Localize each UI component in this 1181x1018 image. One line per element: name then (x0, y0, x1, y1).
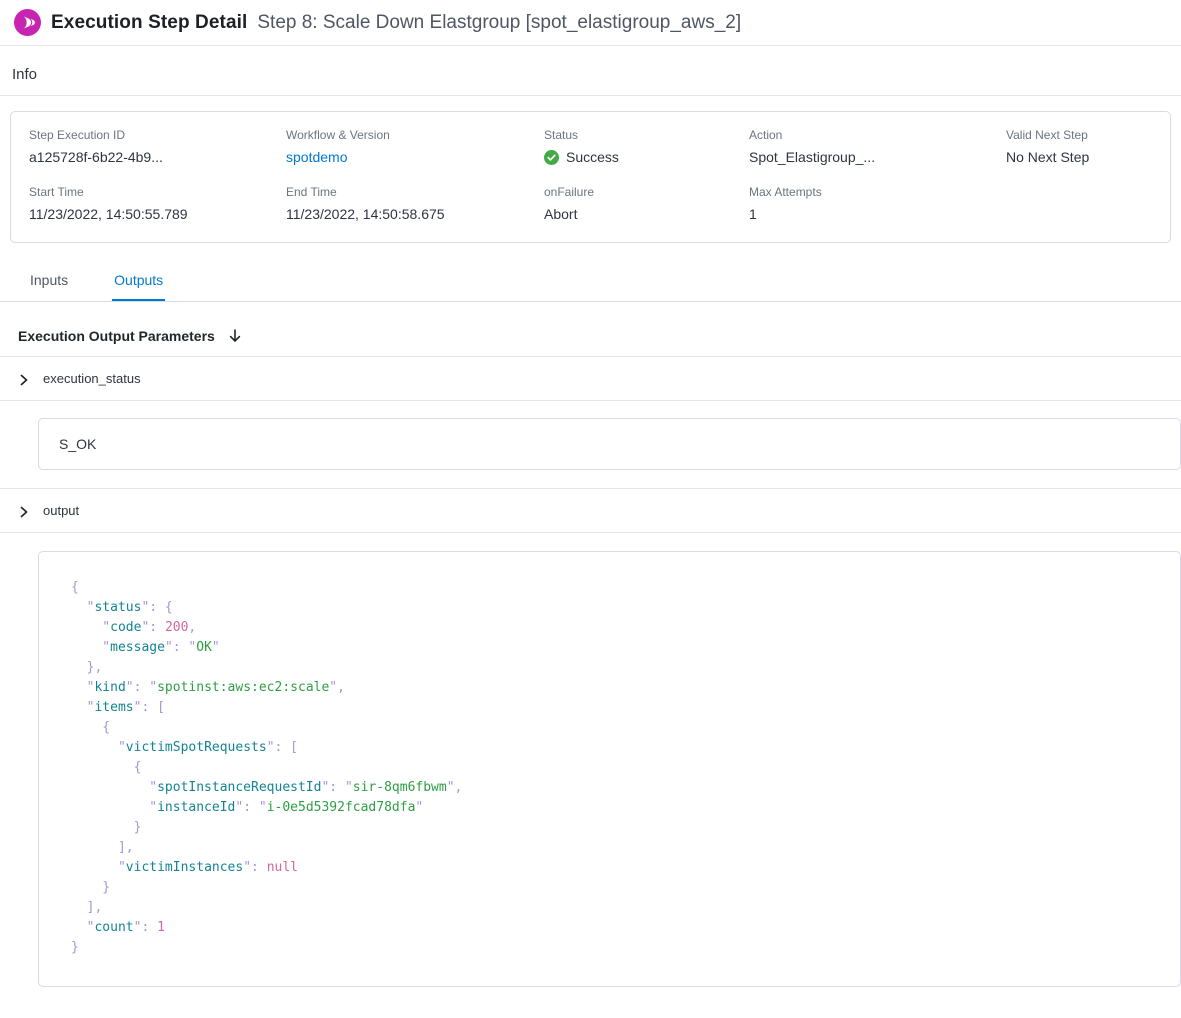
field-value: 11/23/2022, 14:50:58.675 (286, 206, 544, 222)
tab-inputs[interactable]: Inputs (28, 263, 70, 301)
param-row-output[interactable]: output (0, 488, 1181, 533)
code-line: } (71, 878, 1164, 898)
field-valid-next-step: Valid Next Step No Next Step (1006, 128, 1152, 167)
code-line: { (71, 718, 1164, 738)
code-line: "items": [ (71, 698, 1164, 718)
code-line: } (71, 818, 1164, 838)
code-line: "count": 1 (71, 918, 1164, 938)
field-value: Abort (544, 206, 749, 222)
field-onfailure: onFailure Abort (544, 185, 749, 222)
code-line: "victimInstances": null (71, 858, 1164, 878)
param-name: execution_status (43, 371, 141, 386)
info-card: Step Execution ID a125728f-6b22-4b9... W… (10, 111, 1171, 243)
page-subtitle: Step 8: Scale Down Elastgroup [spot_elas… (257, 12, 741, 34)
info-section-label: Info (0, 46, 1181, 96)
field-status: Status Success (544, 128, 749, 167)
field-end-time: End Time 11/23/2022, 14:50:58.675 (286, 185, 544, 222)
chevron-right-icon (18, 373, 30, 385)
field-value: a125728f-6b22-4b9... (29, 149, 286, 165)
output-parameters-title: Execution Output Parameters (18, 328, 215, 344)
code-line: } (71, 938, 1164, 958)
field-label: Status (544, 128, 749, 142)
workflow-link[interactable]: spotdemo (286, 149, 347, 165)
code-line: "victimSpotRequests": [ (71, 738, 1164, 758)
arrow-down-icon[interactable] (227, 328, 243, 344)
code-line: ], (71, 898, 1164, 918)
field-label: Workflow & Version (286, 128, 544, 142)
code-line: { (71, 578, 1164, 598)
field-step-execution-id: Step Execution ID a125728f-6b22-4b9... (29, 128, 286, 167)
code-line: "code": 200, (71, 618, 1164, 638)
field-label: Action (749, 128, 1006, 142)
execution-status-value-box: S_OK (38, 418, 1181, 470)
output-code-block: { "status": { "code": 200, "message": "O… (38, 551, 1181, 987)
tab-outputs[interactable]: Outputs (112, 263, 165, 301)
tabs-bar: Inputs Outputs (0, 263, 1181, 302)
field-value: 1 (749, 206, 1006, 222)
field-label: Step Execution ID (29, 128, 286, 142)
code-line: "instanceId": "i-0e5d5392fcad78dfa" (71, 798, 1164, 818)
param-row-execution-status[interactable]: execution_status (0, 357, 1181, 401)
code-line: ], (71, 838, 1164, 858)
execution-status-value: S_OK (59, 436, 96, 452)
field-label: Max Attempts (749, 185, 1006, 199)
output-parameters-header: Execution Output Parameters (0, 302, 1181, 357)
page-title: Execution Step Detail (51, 12, 247, 34)
page-header: Execution Step Detail Step 8: Scale Down… (0, 0, 1181, 46)
success-check-icon (544, 150, 559, 165)
field-label: End Time (286, 185, 544, 199)
status-badge: Success (566, 149, 619, 165)
field-label: Start Time (29, 185, 286, 199)
app-logo-icon (14, 9, 41, 36)
code-line: "status": { (71, 598, 1164, 618)
code-line: "spotInstanceRequestId": "sir-8qm6fbwm", (71, 778, 1164, 798)
code-line: "message": "OK" (71, 638, 1164, 658)
field-max-attempts: Max Attempts 1 (749, 185, 1006, 222)
code-line: { (71, 758, 1164, 778)
field-workflow-version: Workflow & Version spotdemo (286, 128, 544, 167)
field-value: Spot_Elastigroup_... (749, 149, 1006, 165)
field-value: No Next Step (1006, 149, 1152, 165)
param-name: output (43, 503, 79, 518)
code-line: "kind": "spotinst:aws:ec2:scale", (71, 678, 1164, 698)
field-label: onFailure (544, 185, 749, 199)
field-value: 11/23/2022, 14:50:55.789 (29, 206, 286, 222)
field-label: Valid Next Step (1006, 128, 1152, 142)
field-empty (1006, 185, 1152, 222)
chevron-right-icon (18, 505, 30, 517)
field-action: Action Spot_Elastigroup_... (749, 128, 1006, 167)
field-start-time: Start Time 11/23/2022, 14:50:55.789 (29, 185, 286, 222)
code-line: }, (71, 658, 1164, 678)
